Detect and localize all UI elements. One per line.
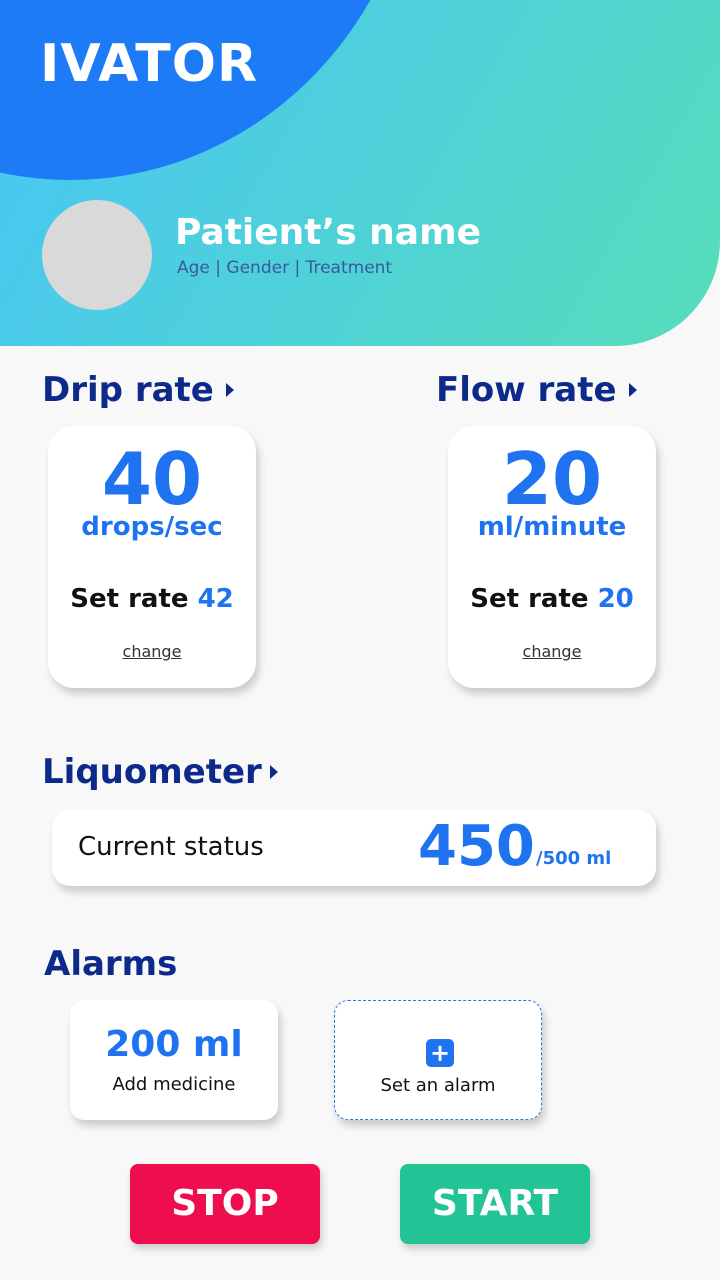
flow-rate-unit: ml/minute bbox=[477, 512, 627, 542]
patient-meta: Age | Gender | Treatment bbox=[177, 258, 393, 278]
drip-change-link[interactable]: change bbox=[48, 642, 256, 661]
liquometer-total: /500 ml bbox=[536, 848, 612, 869]
alarms-heading: Alarms bbox=[44, 944, 177, 984]
patient-name: Patient’s name bbox=[175, 212, 481, 253]
set-alarm-label: Set an alarm bbox=[380, 1075, 496, 1096]
liquometer-card: Current status 450 /500 ml bbox=[52, 810, 656, 886]
stop-button[interactable]: STOP bbox=[130, 1164, 320, 1244]
start-button[interactable]: START bbox=[400, 1164, 590, 1244]
alarm-label: Add medicine bbox=[112, 1074, 236, 1095]
liquometer-heading[interactable]: Liquometer bbox=[42, 752, 278, 792]
liquometer-title: Liquometer bbox=[42, 752, 262, 792]
drip-rate-card: 40 drops/sec Set rate 42 change bbox=[48, 426, 256, 688]
alarm-value: 200 ml bbox=[105, 1024, 243, 1065]
flow-change-link[interactable]: change bbox=[448, 642, 656, 661]
flow-rate-value: 20 bbox=[501, 437, 603, 521]
set-alarm-button[interactable]: + Set an alarm bbox=[334, 1000, 542, 1120]
drip-rate-heading[interactable]: Drip rate bbox=[42, 370, 234, 410]
alarm-item[interactable]: 200 ml Add medicine bbox=[70, 1000, 278, 1120]
flow-rate-title: Flow rate bbox=[436, 370, 617, 410]
flow-rate-card: 20 ml/minute Set rate 20 change bbox=[448, 426, 656, 688]
liquometer-value: 450 bbox=[418, 814, 535, 879]
drip-rate-title: Drip rate bbox=[42, 370, 214, 410]
drip-set-rate-label: Set rate bbox=[70, 584, 189, 614]
flow-rate-heading[interactable]: Flow rate bbox=[436, 370, 637, 410]
plus-icon: + bbox=[426, 1039, 454, 1067]
app-title: IVATOR bbox=[40, 34, 258, 94]
chevron-right-icon bbox=[628, 383, 637, 397]
flow-set-rate-label: Set rate bbox=[470, 584, 589, 614]
alarms-title: Alarms bbox=[44, 944, 178, 984]
drip-set-rate-value: 42 bbox=[197, 584, 234, 614]
patient-avatar[interactable] bbox=[42, 200, 152, 310]
chevron-right-icon bbox=[269, 765, 278, 779]
drip-rate-unit: drops/sec bbox=[81, 512, 223, 542]
flow-set-rate-value: 20 bbox=[597, 584, 634, 614]
liquometer-status-label: Current status bbox=[78, 832, 264, 862]
drip-set-rate: Set rate 42 bbox=[48, 584, 256, 614]
drip-rate-value: 40 bbox=[101, 437, 203, 521]
chevron-right-icon bbox=[225, 383, 234, 397]
flow-set-rate: Set rate 20 bbox=[448, 584, 656, 614]
